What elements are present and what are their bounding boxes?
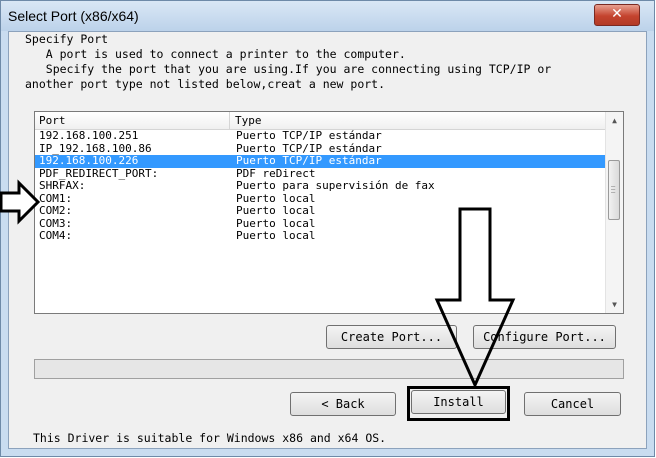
annotation-overlay bbox=[0, 179, 516, 389]
down-arrow-icon bbox=[434, 207, 516, 389]
right-arrow-icon bbox=[0, 179, 41, 225]
